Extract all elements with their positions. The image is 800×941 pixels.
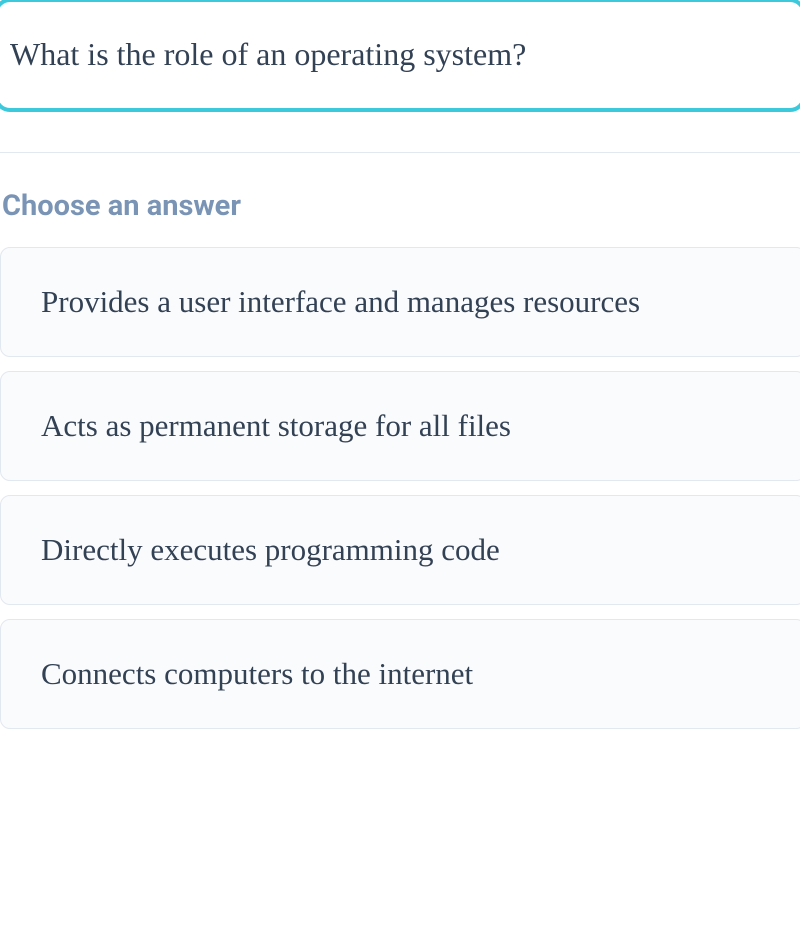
answer-option-0[interactable]: Provides a user interface and manages re… (0, 247, 800, 357)
divider (0, 152, 800, 153)
answer-list: Provides a user interface and manages re… (0, 247, 800, 729)
choose-answer-heading: Choose an answer (0, 189, 800, 223)
answer-option-2[interactable]: Directly executes programming code (0, 495, 800, 605)
answer-option-1[interactable]: Acts as permanent storage for all files (0, 371, 800, 481)
answer-option-3[interactable]: Connects computers to the internet (0, 619, 800, 729)
question-text: What is the role of an operating system? (10, 34, 790, 76)
question-box: What is the role of an operating system? (0, 0, 800, 112)
